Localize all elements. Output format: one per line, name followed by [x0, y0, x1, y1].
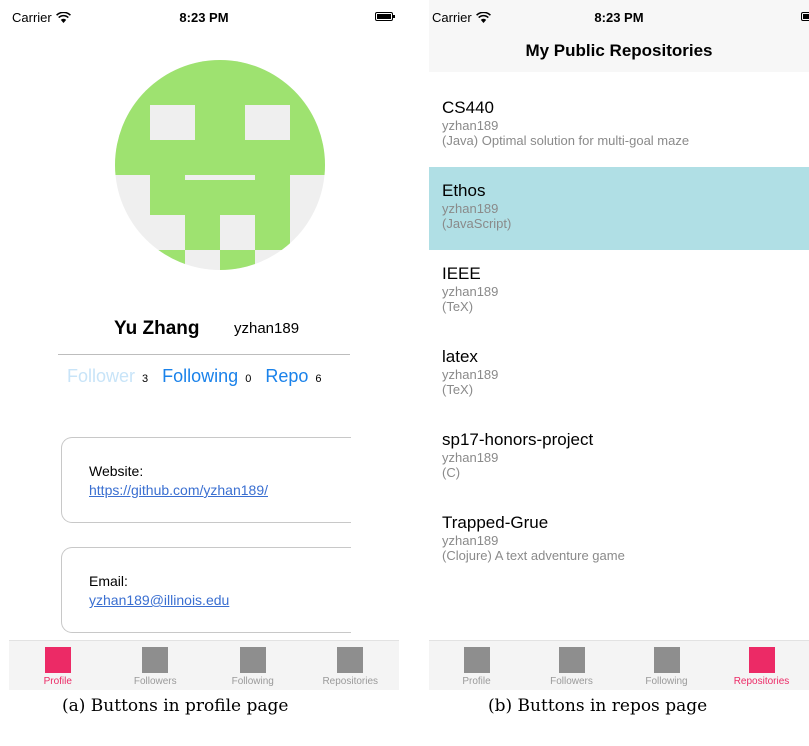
repo-name: sp17-honors-project	[442, 430, 594, 449]
followers-tab-icon	[558, 647, 585, 673]
repo-item-sp17-honors-project[interactable]: sp17-honors-project yzhan189 (C)	[429, 416, 809, 499]
repo-description: (Java) Optimal solution for multi-goal m…	[442, 133, 690, 148]
repo-owner: yzhan189	[442, 533, 499, 548]
caption-repos-page: (b) Buttons in repos page	[488, 696, 708, 716]
following-tab-icon	[239, 647, 266, 673]
status-time: 8:23 PM	[179, 10, 229, 25]
tab-label: Repositories	[733, 676, 790, 687]
repo-item-ethos[interactable]: Ethos yzhan189 (JavaScript)	[429, 167, 809, 250]
identicon-pattern	[115, 60, 325, 270]
repo-description: (JavaScript)	[442, 216, 512, 231]
website-label: Website:	[89, 463, 144, 479]
status-time: 8:23 PM	[594, 10, 644, 25]
identicon-avatar	[115, 60, 325, 270]
email-card: Email: yzhan189@illinois.edu	[61, 547, 351, 633]
tab-label: Followers	[133, 676, 177, 687]
email-label: Email:	[89, 573, 128, 589]
followers-tab-icon	[142, 647, 169, 673]
tab-bar: Profile Followers Following Repositories	[429, 640, 809, 690]
tab-profile[interactable]: Profile	[9, 641, 107, 690]
follower-button[interactable]: Follower	[67, 366, 135, 387]
tab-repositories[interactable]: Repositories	[714, 641, 809, 690]
repo-item-cs440[interactable]: CS440 yzhan189 (Java) Optimal solution f…	[429, 84, 809, 167]
website-card: Website: https://github.com/yzhan189/	[61, 437, 351, 523]
repo-name: Trapped-Grue	[442, 513, 549, 532]
repo-item-trapped-grue[interactable]: Trapped-Grue yzhan189 (Clojure) A text a…	[429, 499, 809, 582]
repo-item-latex[interactable]: latex yzhan189 (TeX)	[429, 333, 809, 416]
repo-count: 6	[315, 373, 322, 385]
repo-name: latex	[442, 347, 478, 366]
tab-label: Following	[231, 676, 274, 687]
repo-description: (TeX)	[442, 382, 474, 397]
repo-owner: yzhan189	[442, 118, 499, 133]
status-bar: Carrier 8:23 PM	[429, 0, 809, 32]
repo-owner: yzhan189	[442, 450, 499, 465]
repo-name: IEEE	[442, 264, 481, 283]
repo-item-ieee[interactable]: IEEE yzhan189 (TeX)	[429, 250, 809, 333]
repo-name: CS440	[442, 98, 494, 117]
repo-button[interactable]: Repo	[265, 366, 308, 387]
tab-repositories[interactable]: Repositories	[302, 641, 400, 690]
tab-label: Profile	[43, 676, 72, 687]
tab-followers[interactable]: Followers	[107, 641, 205, 690]
website-link[interactable]: https://github.com/yzhan189/	[89, 482, 268, 498]
status-bar: Carrier 8:23 PM	[9, 0, 399, 32]
repo-description: (TeX)	[442, 299, 474, 314]
tab-following[interactable]: Following	[204, 641, 302, 690]
tab-label: Profile	[462, 676, 491, 687]
follower-count: 3	[142, 373, 149, 385]
repo-name: Ethos	[442, 181, 486, 200]
repo-owner: yzhan189	[442, 201, 499, 216]
following-tab-icon	[653, 647, 680, 673]
tab-bar: Profile Followers Following Repositories	[9, 640, 399, 690]
following-count: 0	[245, 373, 252, 385]
repo-list: CS440 yzhan189 (Java) Optimal solution f…	[429, 84, 809, 582]
nav-bar: Carrier 8:23 PM My Public Repositories	[429, 0, 809, 72]
repos-screen: Carrier 8:23 PM My Public Repositories C…	[429, 0, 809, 690]
profile-full-name: Yu Zhang	[114, 318, 200, 339]
profile-login: yzhan189	[234, 320, 300, 337]
repo-owner: yzhan189	[442, 367, 499, 382]
battery-icon	[375, 12, 395, 21]
repo-description: (C)	[442, 465, 461, 480]
tab-following[interactable]: Following	[619, 641, 714, 690]
repositories-tab-icon	[337, 647, 364, 673]
profile-stats-row: Follower 3 Following 0 Repo 6	[67, 366, 321, 388]
tab-label: Following	[645, 676, 688, 687]
profile-name-row: Yu Zhang yzhan189	[58, 318, 358, 342]
tab-label: Repositories	[322, 676, 379, 687]
profile-divider	[58, 354, 350, 355]
page-title: My Public Repositories	[525, 41, 713, 60]
repositories-tab-icon	[748, 647, 775, 673]
profile-tab-icon	[44, 647, 71, 673]
tab-followers[interactable]: Followers	[524, 641, 619, 690]
profile-screen: Carrier 8:23 PM Yu Zhang yzhan189 Follow…	[9, 0, 399, 690]
repo-description: (Clojure) A text adventure game	[442, 548, 625, 563]
battery-icon	[801, 12, 809, 21]
caption-profile-page: (a) Buttons in profile page	[62, 696, 289, 716]
tab-label: Followers	[550, 676, 593, 687]
tab-profile[interactable]: Profile	[429, 641, 524, 690]
repo-owner: yzhan189	[442, 284, 499, 299]
profile-tab-icon	[463, 647, 490, 673]
email-link[interactable]: yzhan189@illinois.edu	[89, 592, 229, 608]
following-button[interactable]: Following	[162, 366, 238, 387]
